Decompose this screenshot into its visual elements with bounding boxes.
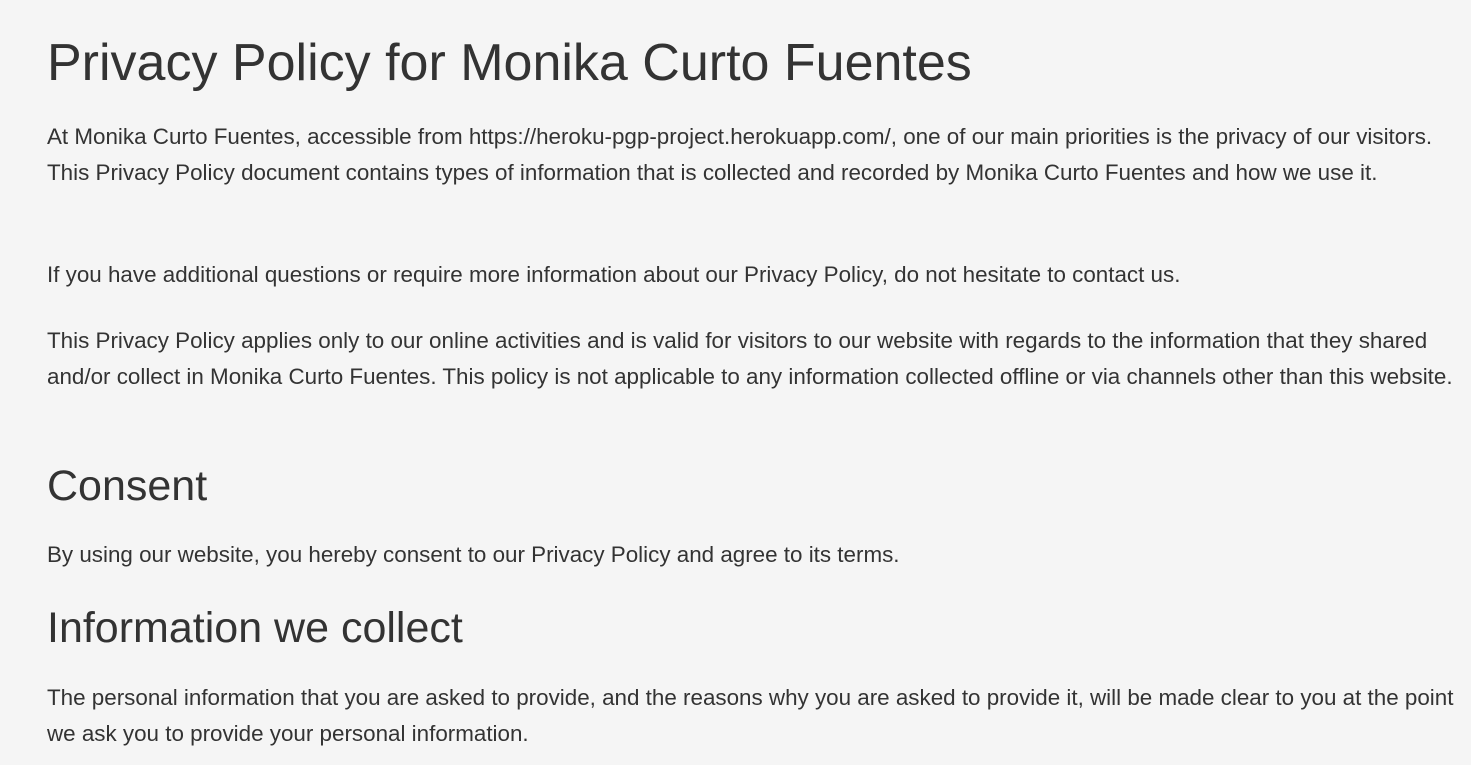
intro-paragraph: At Monika Curto Fuentes, accessible from… <box>47 124 1433 185</box>
information-paragraph: The personal information that you are as… <box>47 685 1454 746</box>
scope-paragraph: This Privacy Policy applies only to our … <box>47 328 1453 389</box>
page-title: Privacy Policy for Monika Curto Fuentes <box>47 34 972 92</box>
contact-paragraph: If you have additional questions or requ… <box>47 262 1181 287</box>
section-heading-information-we-collect: Information we collect <box>47 604 463 652</box>
section-heading-consent: Consent <box>47 462 208 510</box>
consent-paragraph: By using our website, you hereby consent… <box>47 542 900 567</box>
